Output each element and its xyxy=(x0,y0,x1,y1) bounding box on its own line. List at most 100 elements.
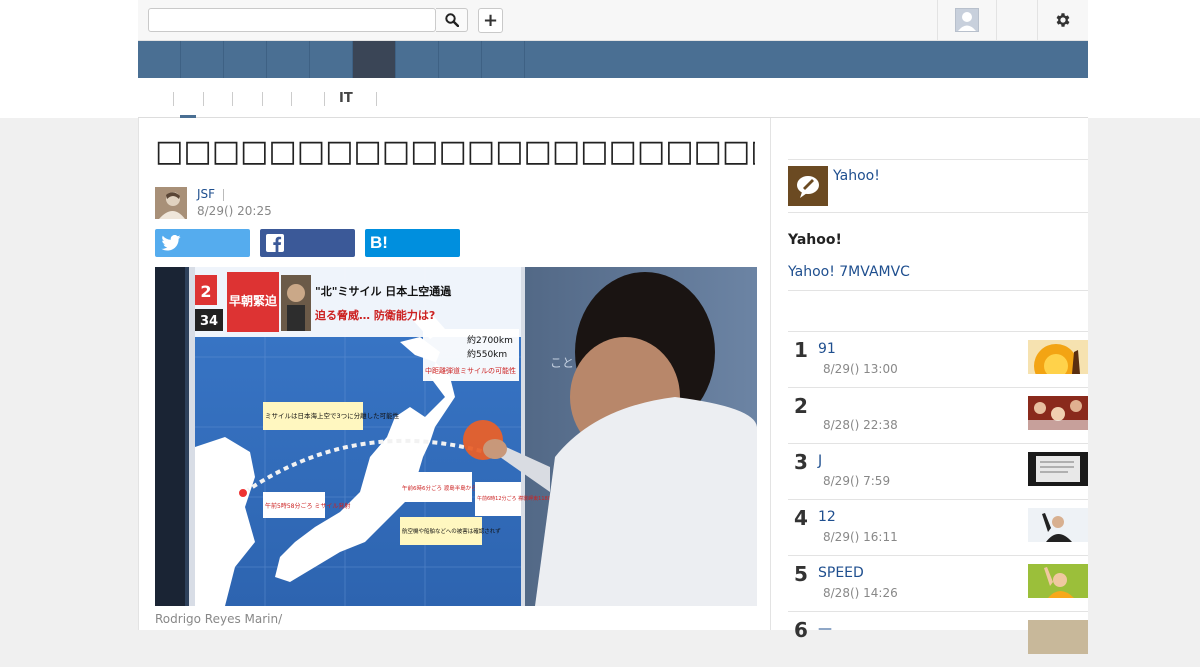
hatena-bookmark-button[interactable]: B! xyxy=(365,229,460,257)
thumbnail-person-waving-image xyxy=(1028,508,1088,542)
sidebar-promo-link[interactable]: Yahoo! 7MVAMVC xyxy=(788,264,910,280)
article-headline: □□□□□□□□□□□□□□□□□□□□□□□Ｊ□□□□□□□□□□□□□ xyxy=(155,134,755,169)
hatena-icon: B! xyxy=(370,233,388,252)
author-logo[interactable] xyxy=(788,166,828,206)
rank-thumbnail[interactable] xyxy=(1028,396,1088,430)
ranking-item-3[interactable]: 3 J 8/29() 7:59 xyxy=(788,443,1088,499)
ranking-item-2[interactable]: 2 8/28() 22:38 xyxy=(788,387,1088,443)
photo-main-banner: "北"ミサイル 日本上空通過 xyxy=(315,284,452,298)
user-menu-button[interactable] xyxy=(937,0,996,40)
subnav-item-3[interactable] xyxy=(232,92,247,106)
user-icon xyxy=(958,12,976,31)
top-bar: + xyxy=(138,0,1088,41)
article-photo[interactable]: 2 34 早朝緊迫 "北"ミサイル 日本上空通過 迫る脅威… 防衛能力は? 約2… xyxy=(155,267,757,606)
avatar xyxy=(955,8,979,32)
speech-bubble-pen-icon xyxy=(797,176,819,198)
author-name-link[interactable]: JSF xyxy=(197,187,215,201)
subnav-item-4[interactable] xyxy=(262,92,277,106)
sidebar-divider xyxy=(788,159,1088,160)
rank-number: 1 xyxy=(794,338,808,362)
nav-tab-2[interactable] xyxy=(181,41,224,78)
photo-note-launch: 午前5時58分ごろ ミサイル発射 xyxy=(265,502,350,510)
news-photo-illustration: 2 34 早朝緊迫 "北"ミサイル 日本上空通過 迫る脅威… 防衛能力は? 約2… xyxy=(155,267,757,606)
photo-number-label: 34 xyxy=(200,314,218,329)
search-button[interactable] xyxy=(436,8,468,32)
nav-tab-4[interactable] xyxy=(267,41,310,78)
rank-title[interactable]: 91 xyxy=(818,341,836,357)
nav-tab-7[interactable] xyxy=(396,41,439,78)
rank-date: 8/29() 13:00 xyxy=(823,362,898,376)
page-container: + IT □□□□□□□□□□□□□□□□□□□□□ JSF 8/29() 20… xyxy=(138,0,1088,654)
rank-thumbnail[interactable] xyxy=(1028,620,1088,654)
author-avatar[interactable] xyxy=(155,187,187,219)
twitter-share-button[interactable] xyxy=(155,229,250,257)
nav-tab-3[interactable] xyxy=(224,41,267,78)
category-nav xyxy=(138,41,1088,78)
rank-number: 5 xyxy=(794,562,808,586)
photo-caption: Rodrigo Reyes Marin/ xyxy=(155,612,283,626)
rank-thumbnail[interactable] xyxy=(1028,564,1088,598)
thumbnail-image xyxy=(1028,620,1088,654)
rank-number: 4 xyxy=(794,506,808,530)
ranking-item-6[interactable]: 6 — xyxy=(788,611,1088,667)
plus-icon: + xyxy=(482,9,499,31)
search-box xyxy=(148,8,436,32)
sidebar-divider xyxy=(788,290,1088,291)
facebook-share-button[interactable] xyxy=(260,229,355,257)
search-icon xyxy=(444,13,459,27)
photo-range-2: 約550km xyxy=(467,348,507,360)
thumbnail-crowd-image xyxy=(1028,396,1088,430)
rank-thumbnail[interactable] xyxy=(1028,340,1088,374)
thumbnail-document-image xyxy=(1028,452,1088,486)
rank-number: 2 xyxy=(794,394,808,418)
sidebar-section-title: Yahoo! xyxy=(788,232,842,248)
settings-button[interactable] xyxy=(1037,0,1088,40)
sidebar-author-link[interactable]: Yahoo! xyxy=(833,168,880,184)
ranking-item-5[interactable]: 5 SPEED 8/28() 14:26 xyxy=(788,555,1088,611)
rank-title[interactable]: J xyxy=(818,453,822,469)
rank-date: 8/29() 16:11 xyxy=(823,530,898,544)
gear-icon xyxy=(1056,13,1070,27)
notifications-button[interactable] xyxy=(996,0,1037,40)
facebook-icon xyxy=(266,234,284,252)
subnav-item-1[interactable] xyxy=(173,92,188,106)
nav-tab-5[interactable] xyxy=(310,41,353,78)
nav-tab-9[interactable] xyxy=(482,41,525,78)
subnav-item-it[interactable]: IT xyxy=(324,92,353,106)
nav-tab-6-active[interactable] xyxy=(353,41,396,78)
rank-title[interactable]: SPEED xyxy=(818,565,864,581)
sub-nav: IT xyxy=(138,78,1088,118)
author-separator xyxy=(223,189,224,201)
photo-range-label: 中距離弾道ミサイルの可能性 xyxy=(425,366,516,375)
publish-date: 8/29() 20:25 xyxy=(197,204,272,218)
ranking-item-1[interactable]: 1 91 8/29() 13:00 xyxy=(788,331,1088,387)
nav-tab-1[interactable] xyxy=(138,41,181,78)
rank-date: 8/29() 7:59 xyxy=(823,474,891,488)
photo-red-banner: 早朝緊迫 xyxy=(229,293,278,308)
twitter-bird-icon xyxy=(161,235,181,251)
article-main: □□□□□□□□□□□□□□□□□□□□□□□Ｊ□□□□□□□□□□□□□ JS… xyxy=(138,118,771,630)
add-button[interactable]: + xyxy=(478,8,503,33)
sidebar-divider xyxy=(788,212,1088,213)
photo-channel-label: 2 xyxy=(200,282,211,301)
photo-note-damage: 航空機や船舶などへの被害は確認されず xyxy=(402,527,501,535)
rank-thumbnail[interactable] xyxy=(1028,452,1088,486)
thumbnail-sunset-image xyxy=(1028,340,1088,374)
author-portrait-icon xyxy=(155,187,187,219)
nav-tab-8[interactable] xyxy=(439,41,482,78)
rank-title[interactable]: — xyxy=(818,621,832,637)
search-input[interactable] xyxy=(153,11,433,31)
ranking-item-4[interactable]: 4 12 8/29() 16:11 xyxy=(788,499,1088,555)
subnav-item-7[interactable] xyxy=(376,92,391,106)
sidebar: Yahoo! Yahoo! Yahoo! 7MVAMVC 1 91 8/29()… xyxy=(771,118,1088,654)
photo-range-1: 約2700km xyxy=(467,334,513,346)
rank-date: 8/28() 14:26 xyxy=(823,586,898,600)
photo-sub-banner: 迫る脅威… 防衛能力は? xyxy=(314,308,435,322)
photo-note-split: ミサイルは日本海上空で3つに分離した可能性 xyxy=(265,411,400,420)
subnav-item-2[interactable] xyxy=(203,92,218,106)
rank-title[interactable]: 12 xyxy=(818,509,836,525)
subnav-item-5[interactable] xyxy=(291,92,306,106)
rank-thumbnail[interactable] xyxy=(1028,508,1088,542)
rank-number: 6 xyxy=(794,618,808,642)
rank-number: 3 xyxy=(794,450,808,474)
